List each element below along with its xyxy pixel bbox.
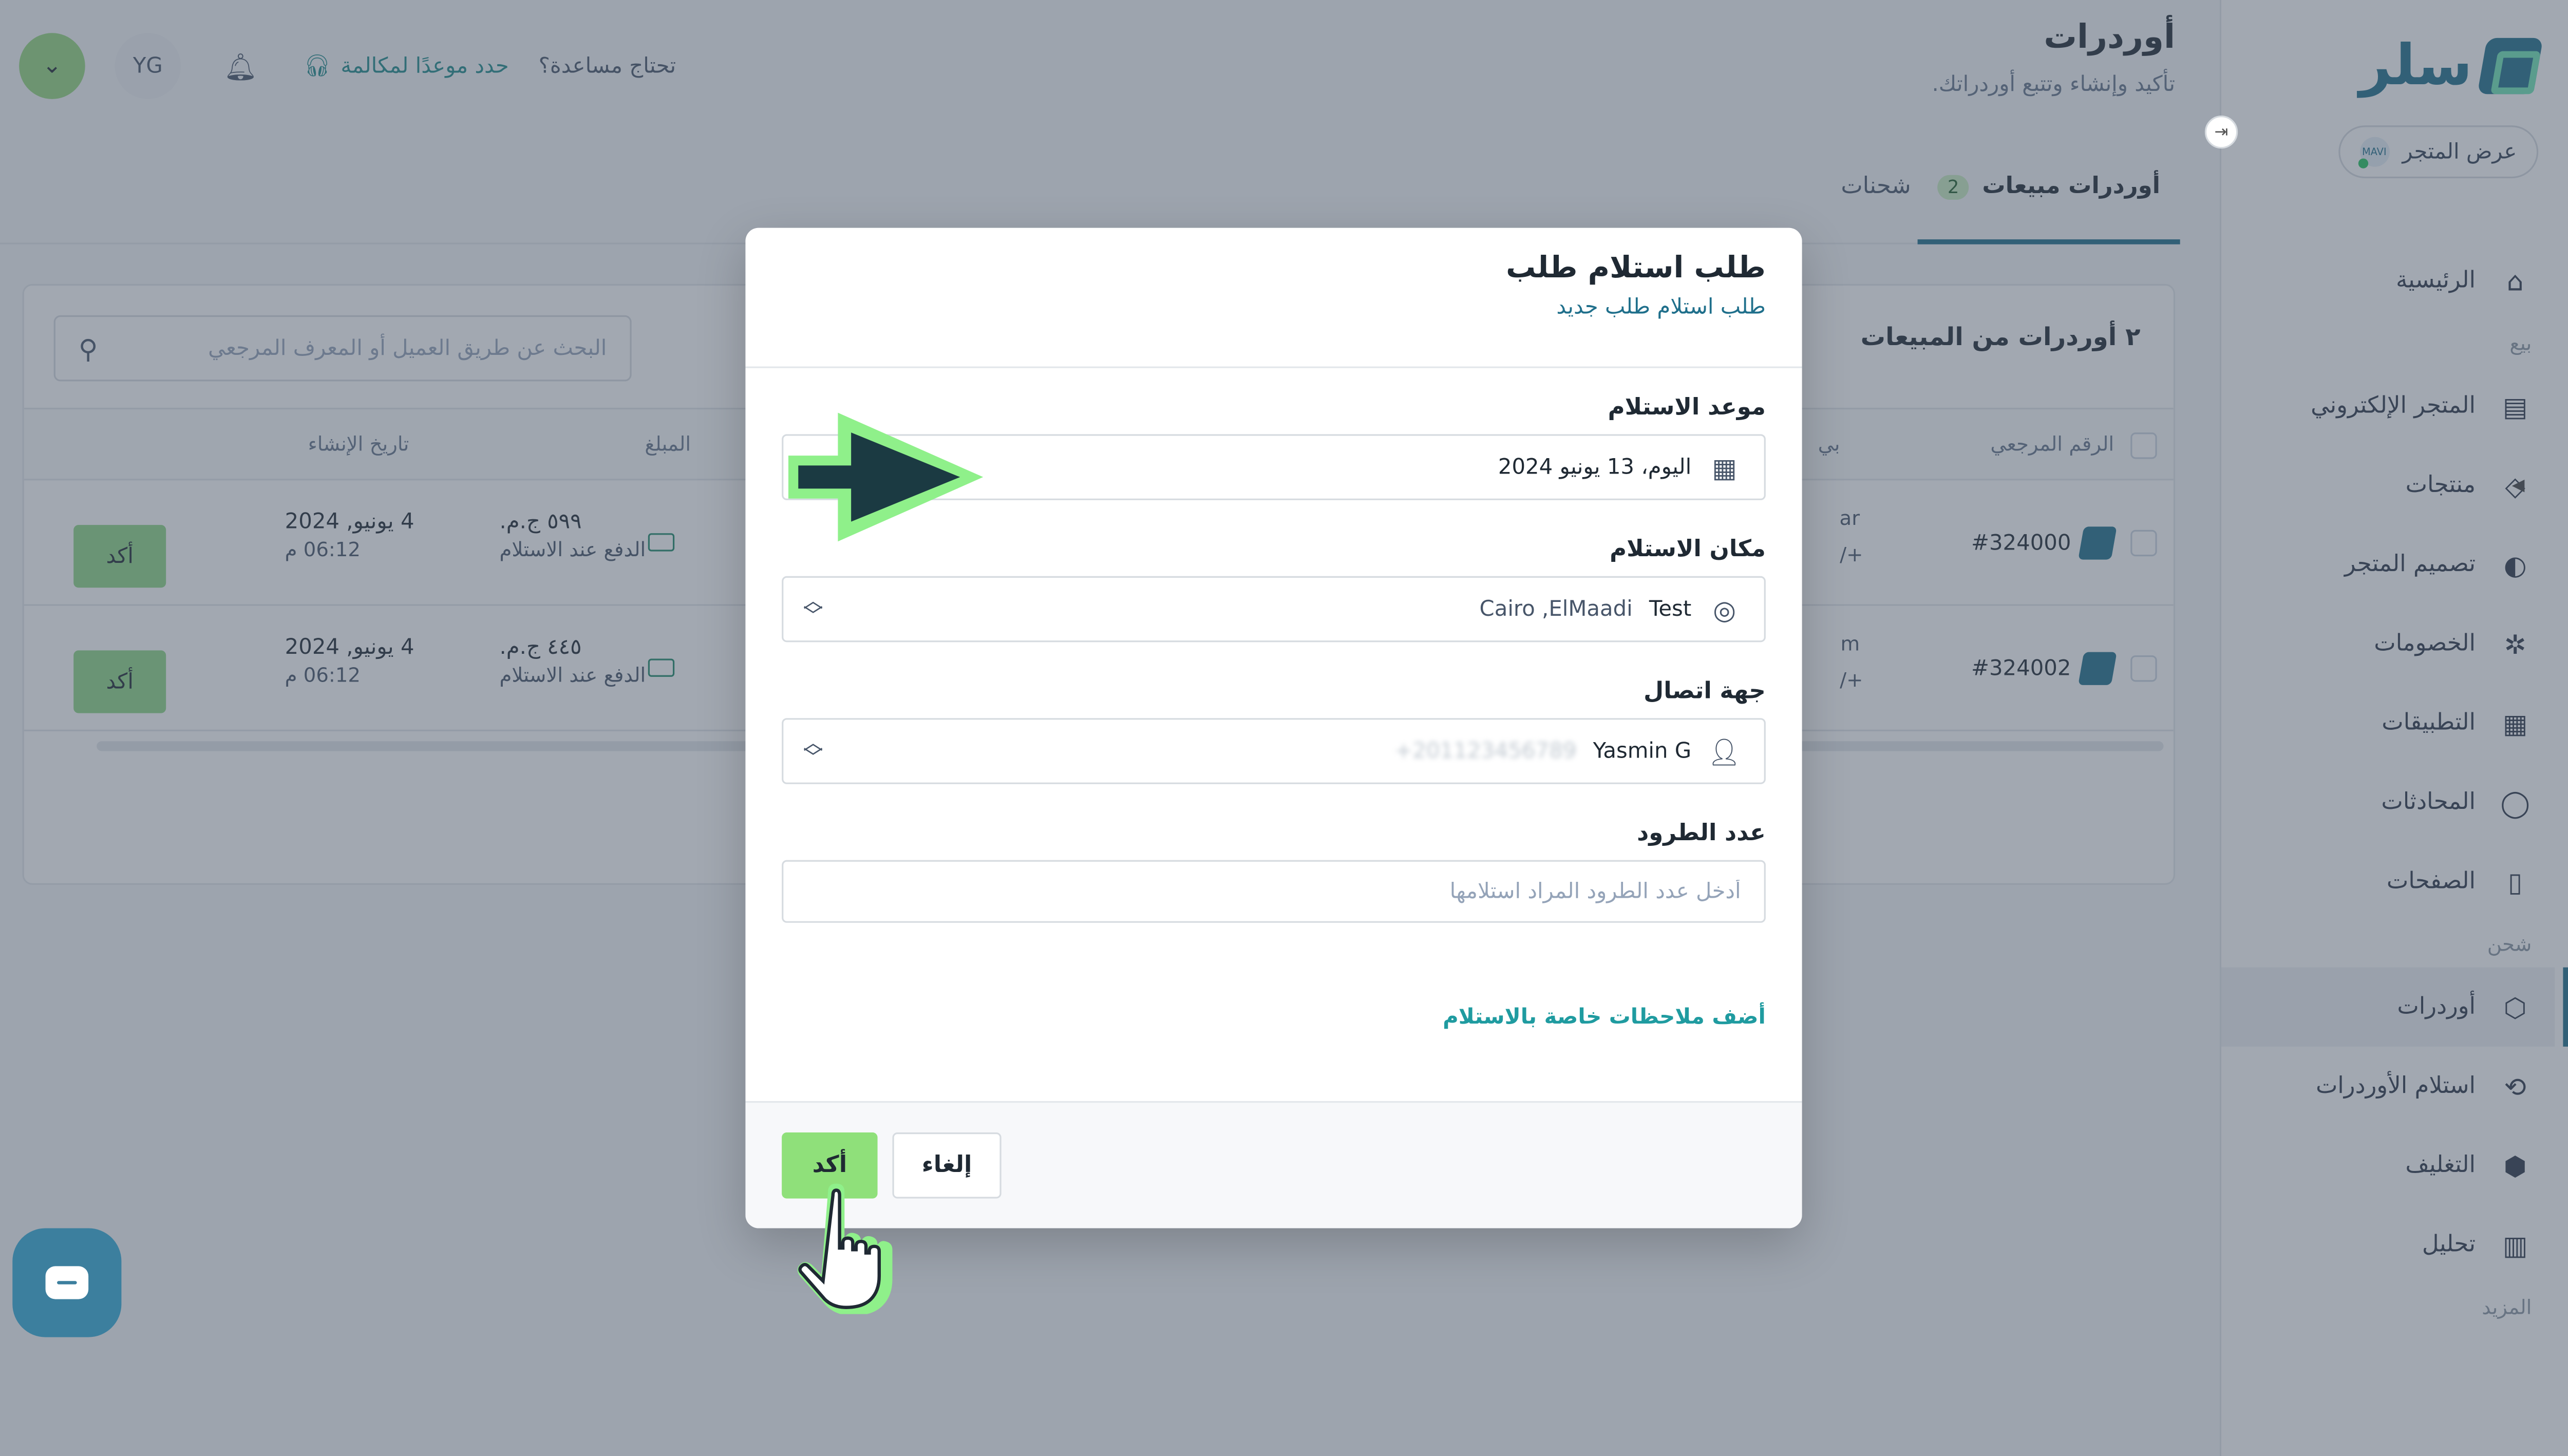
add-pickup-notes-link[interactable]: أضف ملاحظات خاصة بالاستلام	[1443, 1006, 1766, 1030]
modal-title: طلب استلام طلب	[1506, 251, 1766, 286]
parcels-count-input[interactable]	[782, 860, 1766, 923]
calendar-icon: ▦	[1712, 451, 1737, 483]
pickup-location-select[interactable]: ◎ Test Cairo ,ElMaadi ︿ ﹀	[782, 576, 1766, 642]
pickup-request-modal: طلب استلام طلب طلب استلام طلب جديد موعد …	[745, 228, 1802, 1228]
modal-subtitle: طلب استلام طلب جديد	[1556, 295, 1766, 320]
sidebar-collapse-icon[interactable]: ⇥	[2204, 116, 2238, 149]
contact-name: Yasmin G	[1593, 739, 1692, 764]
chat-widget-button[interactable]	[12, 1228, 122, 1337]
contact-select[interactable]: 👤︎ Yasmin G +201123456789 ︿ ﹀	[782, 718, 1766, 784]
pointer-hand-icon	[797, 1183, 893, 1314]
contact-phone: +201123456789	[1394, 739, 1577, 764]
location-pin-icon: ◎	[1713, 593, 1736, 625]
modal-footer: إلغاء أكد	[745, 1101, 1802, 1228]
location-name: Test	[1649, 596, 1692, 622]
select-updown-icon: ︿ ﹀	[803, 731, 823, 769]
parcels-group: عدد الطرود	[782, 821, 1766, 923]
cancel-button[interactable]: إلغاء	[892, 1132, 1002, 1199]
parcels-label: عدد الطرود	[1637, 820, 1766, 847]
select-updown-icon: ︿ ﹀	[803, 589, 823, 628]
location-address: Cairo ,ElMaadi	[1479, 596, 1633, 622]
pickup-location-group: مكان الاستلام ◎ Test Cairo ,ElMaadi ︿ ﹀	[782, 537, 1766, 642]
contact-label: جهة اتصال	[1644, 678, 1766, 705]
modal-header: طلب استلام طلب طلب استلام طلب جديد	[745, 228, 1802, 368]
contact-group: جهة اتصال 👤︎ Yasmin G +201123456789 ︿ ﹀	[782, 678, 1766, 784]
pickup-date-value: اليوم، 13 يونيو 2024	[1498, 455, 1692, 480]
app-root: سلر عرض المتجر MAVI ⌂الرئيسيةبيع▤المتجر …	[0, 0, 2568, 1456]
chat-bubble-icon	[45, 1266, 89, 1299]
tutorial-arrow-icon	[788, 412, 984, 542]
user-icon: 👤︎	[1707, 735, 1741, 767]
